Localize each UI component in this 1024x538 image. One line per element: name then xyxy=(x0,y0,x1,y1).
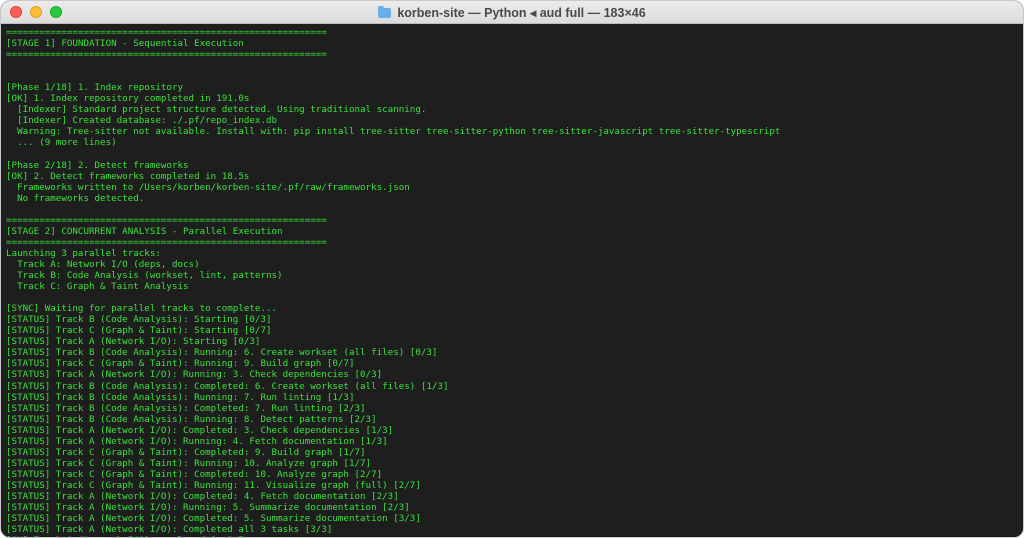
terminal-line: [Indexer] Standard project structure det… xyxy=(6,104,427,116)
terminal-line: [Phase 1/18] 1. Index repository xyxy=(6,82,184,94)
terminal-line: Warning: Tree-sitter not available. Inst… xyxy=(6,126,781,138)
terminal-line: Track C: Graph & Taint Analysis xyxy=(6,281,189,293)
terminal-line: [STATUS] Track B (Code Analysis): Comple… xyxy=(6,402,366,414)
terminal-line: [STATUS] Track B (Code Analysis): Runnin… xyxy=(6,391,355,403)
terminal-line: [STATUS] Track B (Code Analysis): Comple… xyxy=(6,380,449,392)
terminal-line: [STATUS] Track B (Code Analysis): Starti… xyxy=(6,314,272,326)
terminal-line: [STATUS] Track A (Network I/O): Starting… xyxy=(6,336,261,348)
terminal-line: [STATUS] Track A (Network I/O): Complete… xyxy=(6,424,394,436)
terminal-line: [Indexer] Created database: ./.pf/repo_i… xyxy=(6,115,278,127)
terminal-line: [STATUS] Track A (Network I/O): Complete… xyxy=(6,490,399,502)
terminal-line: [STATUS] Track C (Graph & Taint): Runnin… xyxy=(6,479,421,491)
terminal-line: ========================================… xyxy=(6,236,327,248)
terminal-line: [Phase 2/18] 2. Detect frameworks xyxy=(6,159,189,171)
terminal-line: [STATUS] Track A (Network I/O): Running:… xyxy=(6,369,383,381)
terminal-line: [STATUS] Track A (Network I/O): Complete… xyxy=(6,524,333,536)
terminal-line: ========================================… xyxy=(6,214,327,226)
terminal-line: [STAGE 2] CONCURRENT ANALYSIS - Parallel… xyxy=(6,225,283,237)
terminal-line: No frameworks detected. xyxy=(6,192,145,204)
folder-icon xyxy=(378,5,392,18)
terminal-line: ========================================… xyxy=(6,49,327,61)
window-title-container: korben-site — Python ◂ aud full — 183×46 xyxy=(1,1,1023,23)
terminal-line: ========================================… xyxy=(6,27,327,38)
terminal-line: Track A: Network I/O (deps, docs) xyxy=(6,258,200,270)
terminal-line: [STATUS] Track C (Graph & Taint): Runnin… xyxy=(6,358,355,370)
terminal-line: [STATUS] Track A (Network I/O): Complete… xyxy=(6,513,421,525)
terminal-line: [STATUS] Track C (Graph & Taint): Starti… xyxy=(6,325,272,337)
terminal-line: [OK] 1. Index repository completed in 19… xyxy=(6,93,250,105)
terminal-line: [OK] 2. Detect frameworks completed in 1… xyxy=(6,170,250,182)
title-bar[interactable]: korben-site — Python ◂ aud full — 183×46 xyxy=(1,1,1023,24)
terminal-line: ... (9 more lines) xyxy=(6,137,117,149)
terminal-line: Launching 3 parallel tracks: xyxy=(6,247,161,259)
window-title: korben-site — Python ◂ aud full — 183×46 xyxy=(397,5,646,20)
terminal-line: [STATUS] Track C (Graph & Taint): Runnin… xyxy=(6,457,372,469)
terminal-output[interactable]: ========================================… xyxy=(1,24,1023,537)
terminal-line: [STATUS] Track C (Graph & Taint): Comple… xyxy=(6,468,383,480)
terminal-line: [STATUS] Track B (Code Analysis): Runnin… xyxy=(6,347,438,359)
terminal-line: [STATUS] Track A (Network I/O): Running:… xyxy=(6,435,388,447)
terminal-line: [STATUS] Track C (Graph & Taint): Comple… xyxy=(6,446,366,458)
terminal-line: [STATUS] Track B (Code Analysis): Runnin… xyxy=(6,413,377,425)
terminal-line: [STAGE 1] FOUNDATION - Sequential Execut… xyxy=(6,38,244,50)
terminal-line: [STATUS] Track A (Network I/O): Running:… xyxy=(6,502,410,514)
terminal-line: Track B: Code Analysis (workset, lint, p… xyxy=(6,270,283,282)
terminal-line: [SYNC] Waiting for parallel tracks to co… xyxy=(6,303,278,315)
terminal-line: Frameworks written to /Users/korben/korb… xyxy=(6,181,410,193)
terminal-window: korben-site — Python ◂ aud full — 183×46… xyxy=(0,0,1024,538)
